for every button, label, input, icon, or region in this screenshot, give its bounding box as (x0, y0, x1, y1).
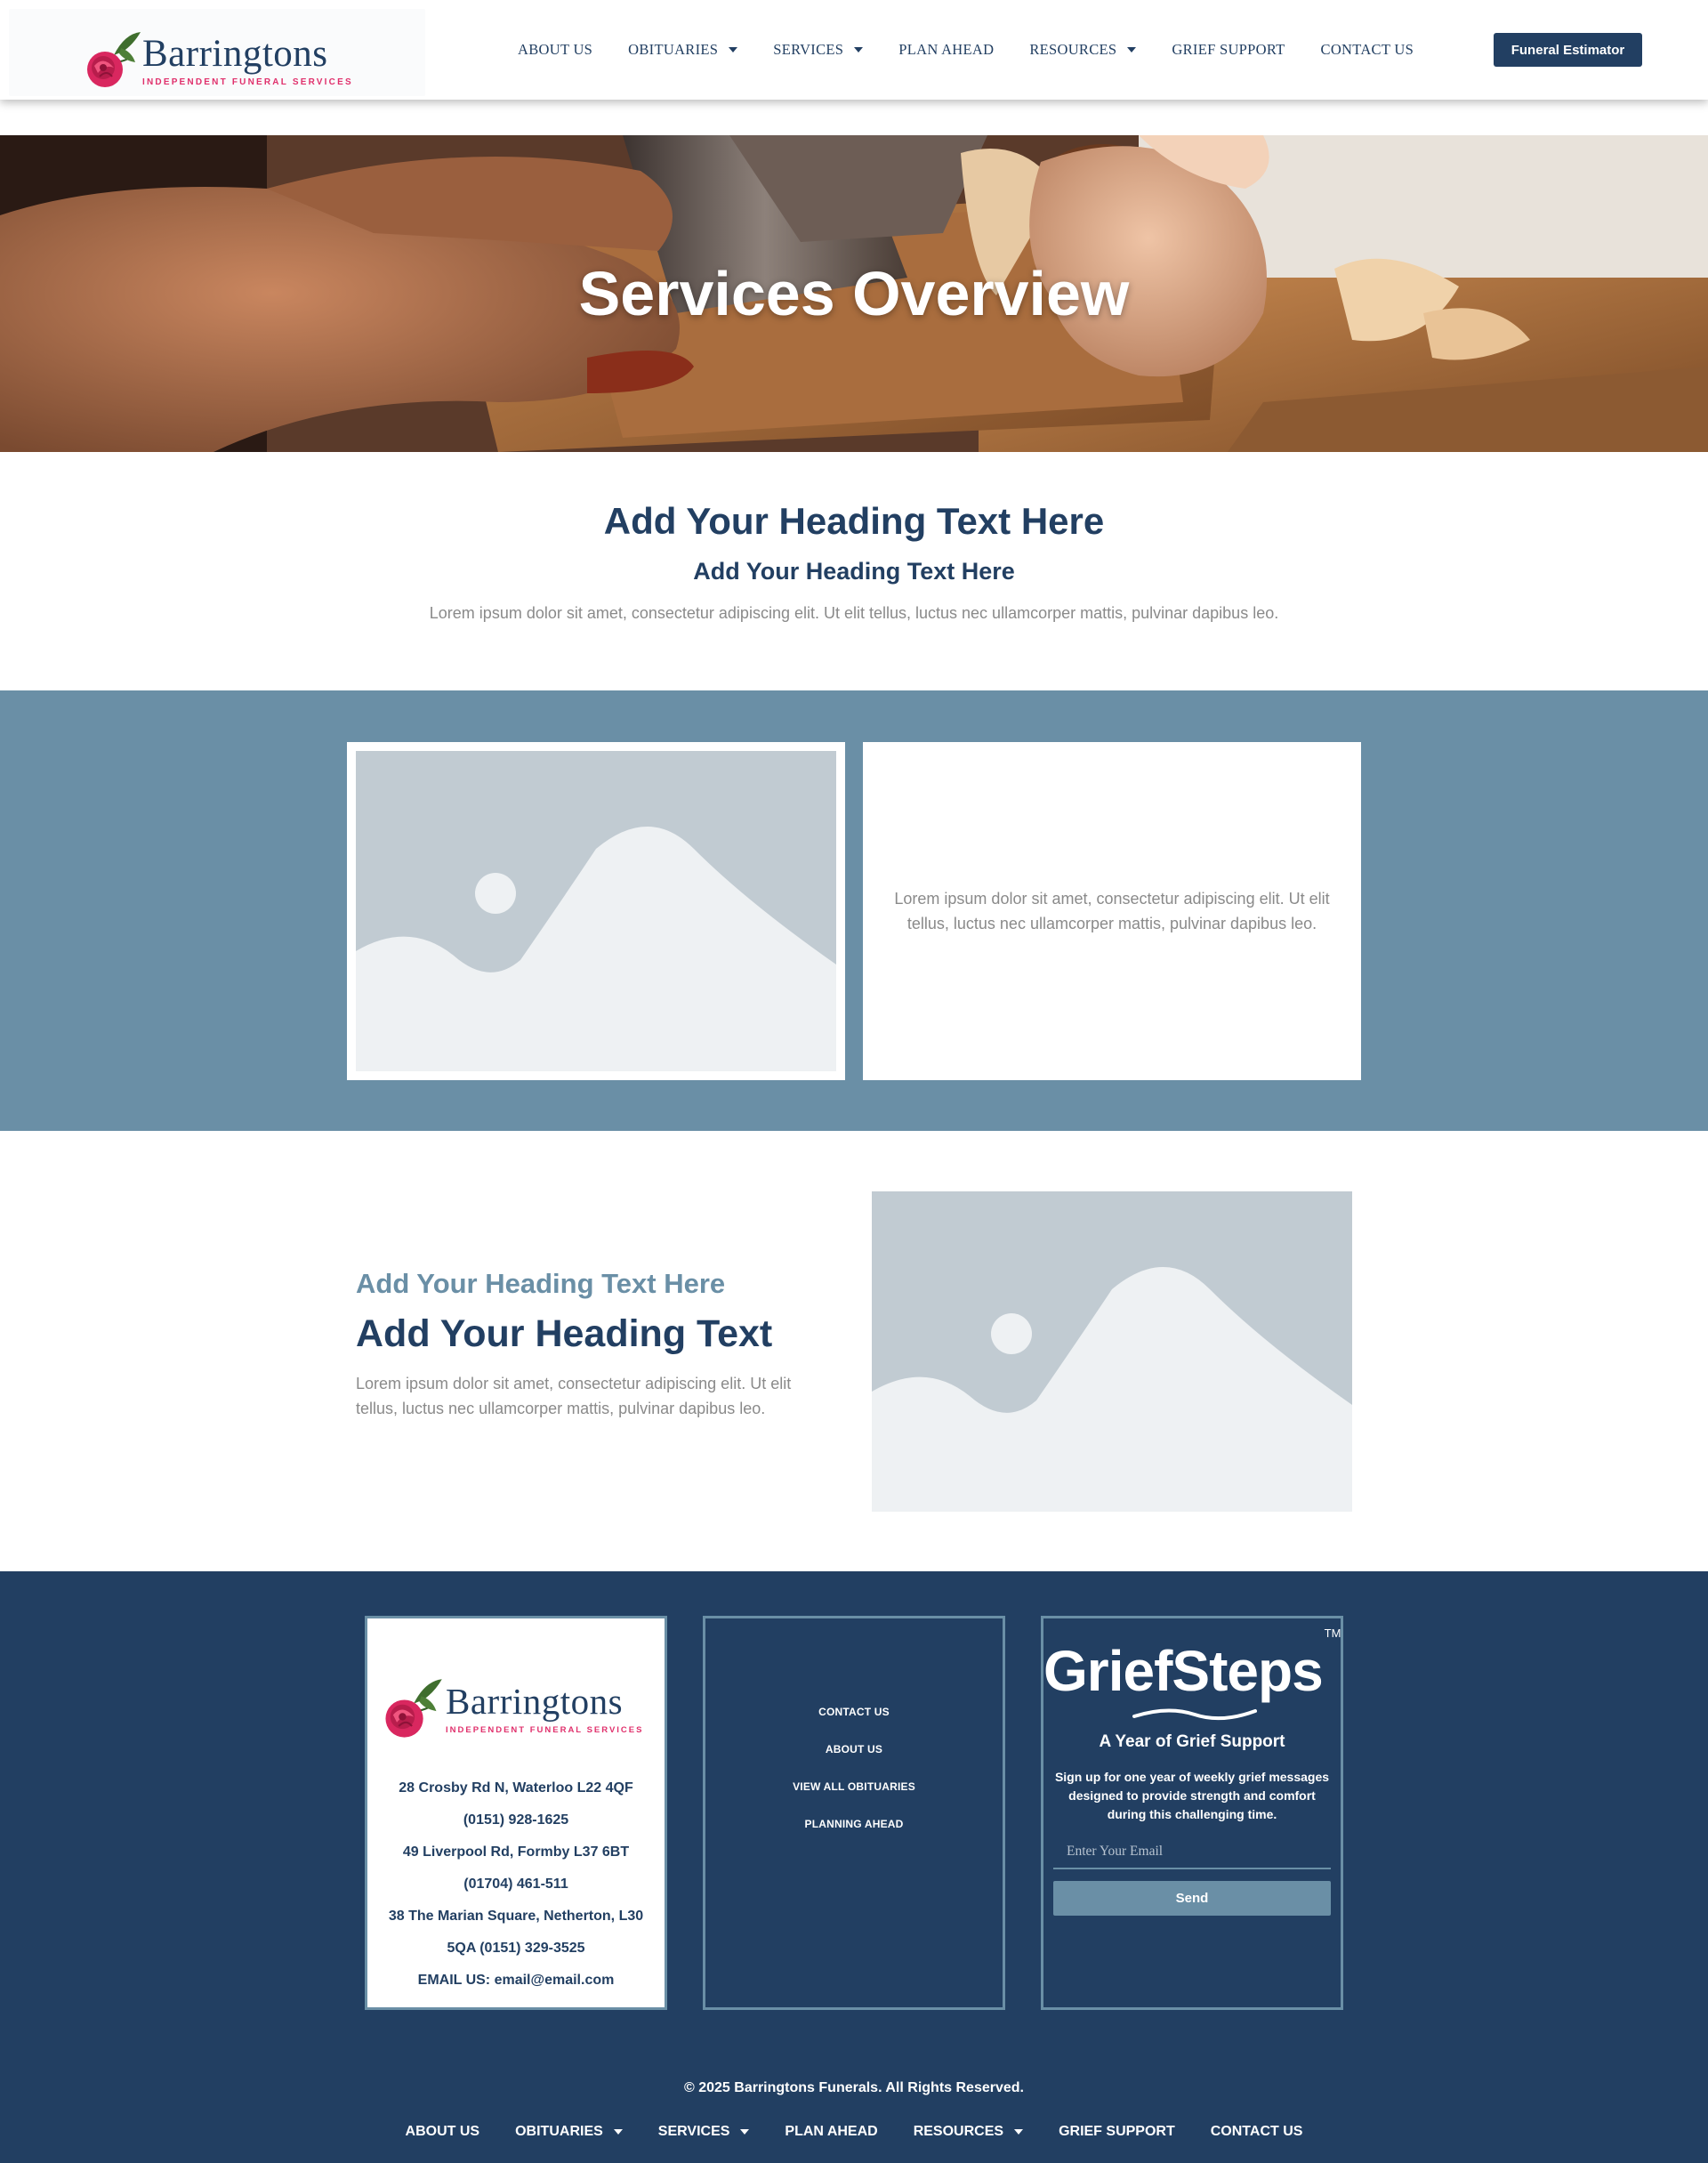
caret-down-icon (613, 2129, 623, 2135)
image-text-band: Lorem ipsum dolor sit amet, consectetur … (0, 690, 1708, 1131)
griefsteps-description: Sign up for one year of weekly grief mes… (1054, 1770, 1330, 1821)
contact-details: 28 Crosby Rd N, Waterloo L22 4QF (0151) … (367, 1772, 665, 1997)
feature-subheading: Add Your Heading Text Here (356, 1268, 726, 1299)
intro-section: Add Your Heading Text Here Add Your Head… (0, 452, 1708, 690)
griefsteps-logo: GriefStepsTM (1043, 1626, 1341, 1703)
nav-item-plan-ahead[interactable]: PLAN AHEAD (898, 41, 994, 59)
feature-section: Add Your Heading Text Here Add Your Head… (0, 1131, 1708, 1571)
caret-down-icon (1127, 47, 1137, 52)
hero-title: Services Overview (578, 259, 1130, 328)
footer-nav: ABOUT US OBITUARIES SERVICES PLAN AHEAD … (0, 2124, 1708, 2140)
footer-nav-plan-ahead[interactable]: PLAN AHEAD (785, 2124, 877, 2140)
main-nav: ABOUT US OBITUARIES SERVICES PLAN AHEAD … (518, 0, 1449, 100)
footer-nav-resources[interactable]: RESOURCES (914, 2124, 1024, 2140)
site-header: Barringtons INDEPENDENT FUNERAL SERVICES… (0, 0, 1708, 100)
nav-item-grief-support[interactable]: GRIEF SUPPORT (1172, 41, 1285, 59)
feature-body: Lorem ipsum dolor sit amet, consectetur … (356, 1375, 792, 1417)
nav-item-services[interactable]: SERVICES (773, 41, 864, 59)
phone-netherton[interactable]: 5QA (0151) 329-3525 (367, 1933, 665, 1965)
address-waterloo: 28 Crosby Rd N, Waterloo L22 4QF (399, 1780, 633, 1796)
footer-logo-tagline: INDEPENDENT FUNERAL SERVICES (446, 1725, 644, 1735)
footer-nav-contact-us[interactable]: CONTACT US (1211, 2124, 1303, 2140)
nav-item-obituaries[interactable]: OBITUARIES (628, 41, 738, 59)
footer-links-box: CONTACT US ABOUT US VIEW ALL OBITUARIES … (703, 1616, 1005, 2010)
footer-nav-grief-support[interactable]: GRIEF SUPPORT (1059, 2124, 1175, 2140)
email-link[interactable]: EMAIL US: email@email.com (367, 1965, 665, 1997)
griefsteps-heading: A Year of Grief Support (1099, 1732, 1285, 1751)
logo-container[interactable]: Barringtons INDEPENDENT FUNERAL SERVICES (9, 9, 425, 96)
phone-waterloo[interactable]: (0151) 928-1625 (367, 1804, 665, 1836)
nav-item-about-us[interactable]: ABOUT US (518, 41, 592, 59)
caret-down-icon (854, 47, 864, 52)
logo-name: Barringtons (142, 32, 328, 75)
footer-logo[interactable]: Barringtons INDEPENDENT FUNERAL SERVICES (378, 1675, 643, 1743)
address-formby: 49 Liverpool Rd, Formby L37 6BT (402, 1844, 630, 1860)
rose-icon (385, 1679, 442, 1738)
nav-item-resources[interactable]: RESOURCES (1029, 41, 1137, 59)
site-logo[interactable]: Barringtons INDEPENDENT FUNERAL SERVICES (82, 28, 353, 93)
feature-heading: Add Your Heading Text (356, 1312, 773, 1355)
footer-nav-obituaries[interactable]: OBITUARIES (515, 2124, 623, 2140)
hero-banner: Services Overview (0, 135, 1708, 452)
intro-body: Lorem ipsum dolor sit amet, consectetur … (429, 604, 1279, 622)
caret-down-icon (740, 2129, 750, 2135)
caret-down-icon (1014, 2129, 1024, 2135)
footer-link-contact-us[interactable]: CONTACT US (705, 1693, 1003, 1731)
site-footer: Barringtons INDEPENDENT FUNERAL SERVICES… (0, 1571, 1708, 2163)
text-card: Lorem ipsum dolor sit amet, consectetur … (863, 742, 1361, 1080)
text-card-body: Lorem ipsum dolor sit amet, consectetur … (894, 890, 1330, 932)
email-input[interactable]: Enter Your Email (1053, 1836, 1331, 1869)
image-placeholder-icon (356, 751, 836, 1071)
phone-formby[interactable]: (01704) 461-511 (367, 1868, 665, 1901)
footer-link-about-us[interactable]: ABOUT US (705, 1731, 1003, 1768)
address-netherton: 38 The Marian Square, Netherton, L30 (388, 1909, 644, 1924)
nav-item-contact-us[interactable]: CONTACT US (1321, 41, 1414, 59)
logo-tagline: INDEPENDENT FUNERAL SERVICES (142, 77, 353, 87)
intro-subheading: Add Your Heading Text Here (693, 558, 1015, 585)
footer-link-planning-ahead[interactable]: PLANNING AHEAD (705, 1805, 1003, 1843)
swoosh-icon (1132, 1708, 1257, 1721)
copyright-text: © 2025 Barringtons Funerals. All Rights … (684, 2080, 1024, 2095)
footer-link-view-all-obituaries[interactable]: VIEW ALL OBITUARIES (705, 1768, 1003, 1805)
image-card (347, 742, 845, 1080)
rose-icon (87, 32, 141, 87)
footer-logo-name: Barringtons (446, 1681, 624, 1722)
footer-nav-about-us[interactable]: ABOUT US (406, 2124, 480, 2140)
footer-links: CONTACT US ABOUT US VIEW ALL OBITUARIES … (705, 1693, 1003, 1843)
griefsteps-signup-box: GriefStepsTM A Year of Grief Support Sig… (1041, 1616, 1343, 2010)
image-placeholder-icon (872, 1191, 1352, 1512)
caret-down-icon (729, 47, 738, 52)
trademark-mark: TM (1324, 1626, 1341, 1640)
footer-contact-box: Barringtons INDEPENDENT FUNERAL SERVICES… (365, 1616, 667, 2010)
intro-heading: Add Your Heading Text Here (603, 500, 1105, 542)
footer-nav-services[interactable]: SERVICES (658, 2124, 750, 2140)
send-button[interactable]: Send (1053, 1881, 1331, 1916)
funeral-estimator-button[interactable]: Funeral Estimator (1494, 33, 1642, 67)
